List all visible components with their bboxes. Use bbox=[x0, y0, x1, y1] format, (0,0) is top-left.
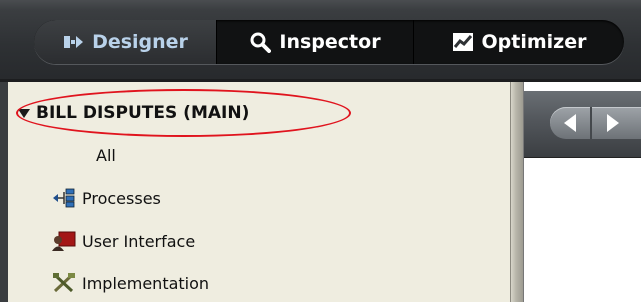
tree-item-implementation[interactable]: Implementation bbox=[52, 271, 209, 295]
implementation-icon bbox=[52, 273, 76, 293]
tab-optimizer[interactable]: Optimizer bbox=[414, 20, 624, 64]
tree-item-processes-label: Processes bbox=[82, 188, 161, 208]
arrow-right-icon bbox=[607, 114, 619, 132]
tree-item-processes[interactable]: Processes bbox=[52, 186, 161, 210]
tree-item-user-interface-label: User Interface bbox=[82, 231, 196, 251]
tree-root-label: BILL DISPUTES (MAIN) bbox=[36, 103, 250, 123]
tree-root-bill-disputes[interactable]: BILL DISPUTES (MAIN) bbox=[18, 100, 250, 126]
user-interface-icon bbox=[52, 231, 76, 251]
magnifier-icon bbox=[249, 31, 272, 53]
left-panel-edge bbox=[0, 82, 8, 302]
panel-splitter[interactable] bbox=[510, 82, 523, 302]
designer-icon bbox=[62, 31, 84, 53]
processes-icon bbox=[52, 188, 76, 208]
tree-item-all-label: All bbox=[96, 145, 116, 165]
perspective-tabs: Designer Inspector Optimizer bbox=[34, 20, 624, 64]
tab-inspector-label: Inspector bbox=[279, 31, 381, 53]
arrow-left-icon bbox=[564, 114, 576, 132]
tree-item-implementation-label: Implementation bbox=[82, 273, 210, 293]
tab-designer-label: Designer bbox=[92, 31, 188, 53]
back-button[interactable] bbox=[550, 107, 592, 139]
tree-item-all[interactable]: All bbox=[96, 143, 116, 167]
tab-optimizer-label: Optimizer bbox=[481, 31, 587, 53]
forward-button[interactable] bbox=[592, 107, 634, 139]
tab-designer[interactable]: Designer bbox=[34, 20, 217, 64]
tab-inspector[interactable]: Inspector bbox=[217, 20, 414, 64]
expand-caret-icon[interactable] bbox=[18, 108, 30, 118]
history-nav bbox=[550, 107, 641, 139]
chart-icon bbox=[452, 31, 474, 53]
tree-item-user-interface[interactable]: User Interface bbox=[52, 229, 195, 253]
